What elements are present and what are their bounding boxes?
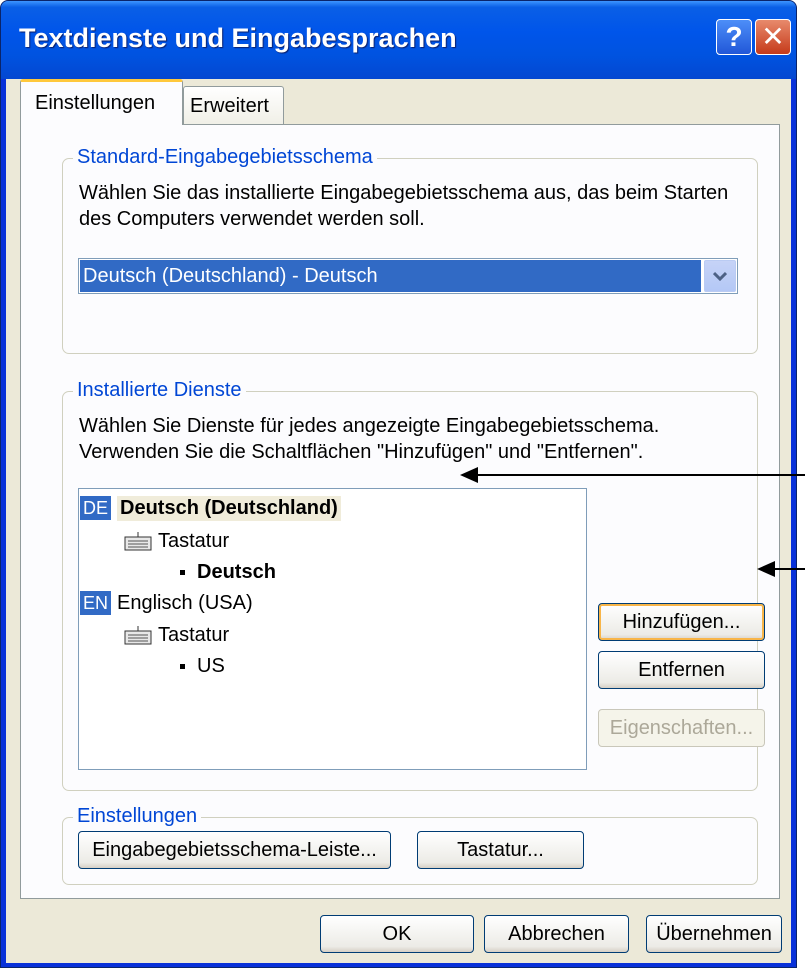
group-label-settings: Einstellungen bbox=[73, 805, 202, 828]
default-input-group: Standard-Eingabegebietsschema Wählen Sie… bbox=[62, 146, 758, 354]
default-input-description-line2: des Computers verwendet werden soll. bbox=[79, 208, 425, 230]
category-label: Tastatur bbox=[158, 623, 230, 646]
annotation-arrow-line bbox=[772, 568, 805, 570]
tab-label: Einstellungen bbox=[35, 92, 156, 114]
tree-item-category[interactable]: Tastatur bbox=[124, 620, 229, 650]
annotation-arrow-head bbox=[757, 561, 775, 577]
title-bar[interactable]: Textdienste und Eingabesprachen ? ✕ bbox=[1, 1, 796, 79]
tree-item-layout[interactable]: US bbox=[180, 651, 225, 681]
default-input-combobox[interactable]: Deutsch (Deutschland) - Deutsch bbox=[78, 258, 738, 294]
cancel-button[interactable]: Abbrechen bbox=[484, 915, 629, 953]
layout-label: Deutsch bbox=[197, 560, 276, 583]
language-label: Deutsch (Deutschland) bbox=[117, 495, 341, 521]
keyboard-button-label: Tastatur... bbox=[457, 838, 544, 861]
remove-button[interactable]: Entfernen bbox=[598, 651, 765, 689]
combo-dropdown-button[interactable] bbox=[704, 260, 736, 292]
properties-button-label: Eigenschaften... bbox=[609, 716, 754, 739]
annotation-arrow-line bbox=[474, 474, 805, 476]
tree-item-category[interactable]: Tastatur bbox=[124, 526, 229, 556]
bullet-icon bbox=[180, 569, 185, 575]
group-label-installed-services: Installierte Dienste bbox=[73, 379, 246, 402]
add-button[interactable]: Hinzufügen... bbox=[598, 603, 765, 641]
ok-button-label: OK bbox=[382, 922, 412, 945]
close-icon: ✕ bbox=[761, 21, 785, 52]
remove-button-label: Entfernen bbox=[638, 658, 725, 681]
close-button[interactable]: ✕ bbox=[755, 19, 791, 55]
keyboard-icon bbox=[124, 626, 152, 645]
tab-erweitert[interactable]: Erweitert bbox=[183, 86, 284, 125]
tree-item-language[interactable]: DE Deutsch (Deutschland) bbox=[80, 493, 341, 523]
tab-panel: Standard-Eingabegebietsschema Wählen Sie… bbox=[20, 124, 780, 899]
chevron-down-icon bbox=[713, 271, 727, 281]
cancel-button-label: Abbrechen bbox=[508, 922, 605, 945]
dialog-window: Textdienste und Eingabesprachen ? ✕ Eins… bbox=[0, 0, 797, 968]
language-badge: DE bbox=[80, 496, 112, 520]
apply-button[interactable]: Übernehmen bbox=[646, 915, 782, 953]
ok-button[interactable]: OK bbox=[320, 915, 474, 953]
keyboard-icon bbox=[124, 532, 152, 551]
window-title: Textdienste und Eingabesprachen bbox=[19, 23, 457, 53]
group-label-default-input: Standard-Eingabegebietsschema bbox=[73, 146, 377, 169]
services-description-line1: Wählen Sie Dienste für jedes angezeigte … bbox=[79, 415, 660, 437]
services-tree[interactable]: DE Deutsch (Deutschland) Tastatur Deutsc… bbox=[78, 488, 587, 770]
default-input-description-line1: Wählen Sie das installierte Eingabegebie… bbox=[79, 182, 729, 204]
bullet-icon bbox=[180, 663, 185, 669]
services-description-line2: Verwenden Sie die Schaltflächen "Hinzufü… bbox=[79, 441, 644, 463]
help-icon: ? bbox=[725, 21, 743, 52]
tree-item-language[interactable]: EN Englisch (USA) bbox=[80, 588, 253, 618]
language-badge: EN bbox=[80, 591, 112, 615]
tree-item-layout[interactable]: Deutsch bbox=[180, 557, 276, 587]
dialog-client-area: Einstellungen Erweitert Standard-Eingabe… bbox=[6, 79, 791, 963]
annotation-arrow-head bbox=[460, 467, 478, 483]
language-bar-button-label: Eingabegebietsschema-Leiste... bbox=[92, 838, 377, 861]
installed-services-group: Installierte Dienste Wählen Sie Dienste … bbox=[62, 379, 765, 791]
language-bar-button[interactable]: Eingabegebietsschema-Leiste... bbox=[78, 831, 391, 869]
tab-label: Erweitert bbox=[190, 94, 269, 117]
category-label: Tastatur bbox=[158, 529, 230, 552]
help-button[interactable]: ? bbox=[716, 19, 752, 55]
language-label: Englisch (USA) bbox=[117, 591, 253, 614]
keyboard-button[interactable]: Tastatur... bbox=[417, 831, 584, 869]
tab-einstellungen[interactable]: Einstellungen bbox=[20, 79, 183, 125]
properties-button: Eigenschaften... bbox=[598, 709, 765, 747]
layout-label: US bbox=[197, 654, 225, 677]
settings-group: Einstellungen Eingabegebietsschema-Leist… bbox=[62, 805, 758, 885]
apply-button-label: Übernehmen bbox=[656, 922, 772, 945]
add-button-label: Hinzufügen... bbox=[622, 610, 741, 633]
combo-selected-value: Deutsch (Deutschland) - Deutsch bbox=[80, 260, 701, 292]
